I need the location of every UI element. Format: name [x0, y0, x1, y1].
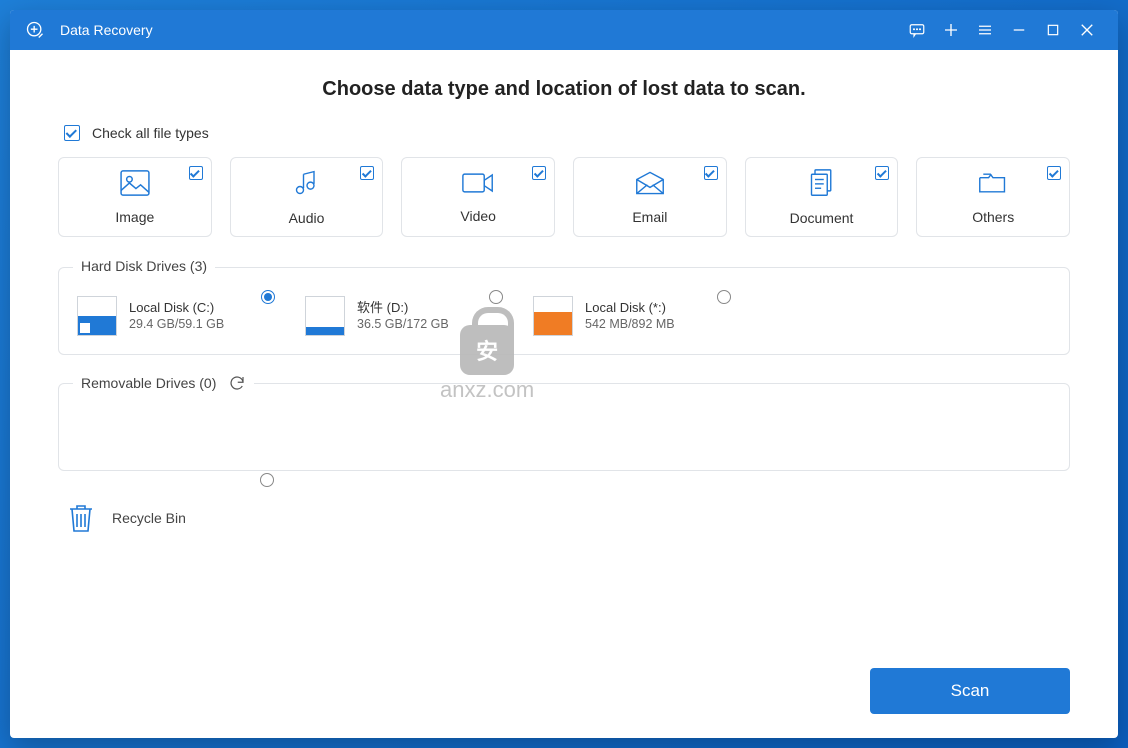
- type-checkbox-video[interactable]: [532, 166, 546, 180]
- drive-info: Local Disk (C:) 29.4 GB/59.1 GB: [129, 299, 224, 333]
- video-icon: [462, 171, 494, 200]
- drive-icon: [305, 296, 345, 336]
- recycle-bin-icon: [64, 499, 98, 537]
- type-checkbox-others[interactable]: [1047, 166, 1061, 180]
- type-card-image[interactable]: Image: [58, 157, 212, 237]
- refresh-icon[interactable]: [228, 374, 246, 392]
- titlebar: Data Recovery: [10, 10, 1118, 50]
- image-icon: [120, 170, 150, 201]
- drive-d[interactable]: 软件 (D:) 36.5 GB/172 GB: [305, 296, 485, 336]
- drive-info: 软件 (D:) 36.5 GB/172 GB: [357, 299, 449, 333]
- add-button[interactable]: [934, 10, 968, 50]
- recycle-bin-radio[interactable]: [260, 473, 274, 487]
- type-label: Email: [632, 209, 667, 225]
- type-label: Video: [460, 208, 496, 224]
- drive-icon: [77, 296, 117, 336]
- type-card-audio[interactable]: Audio: [230, 157, 384, 237]
- windows-badge-icon: [80, 323, 90, 333]
- maximize-button[interactable]: [1036, 10, 1070, 50]
- check-all-checkbox[interactable]: [64, 125, 80, 141]
- drive-name: Local Disk (*:): [585, 299, 675, 317]
- drive-size: 542 MB/892 MB: [585, 316, 675, 333]
- type-card-document[interactable]: Document: [745, 157, 899, 237]
- drive-other[interactable]: Local Disk (*:) 542 MB/892 MB: [533, 296, 713, 336]
- file-type-grid: Image Audio Video: [58, 157, 1070, 237]
- type-label: Image: [115, 209, 154, 225]
- drive-other-radio[interactable]: [717, 290, 731, 304]
- type-checkbox-document[interactable]: [875, 166, 889, 180]
- drive-icon: [533, 296, 573, 336]
- type-label: Document: [790, 210, 854, 226]
- document-icon: [808, 169, 836, 202]
- type-card-video[interactable]: Video: [401, 157, 555, 237]
- drive-name: Local Disk (C:): [129, 299, 224, 317]
- removable-legend-text: Removable Drives (0): [81, 375, 216, 391]
- drive-c[interactable]: Local Disk (C:) 29.4 GB/59.1 GB: [77, 296, 257, 336]
- audio-icon: [293, 169, 321, 202]
- check-all-row: Check all file types: [64, 125, 1070, 141]
- drive-size: 29.4 GB/59.1 GB: [129, 316, 224, 333]
- app-title: Data Recovery: [60, 22, 153, 38]
- scan-button[interactable]: Scan: [870, 668, 1070, 714]
- type-card-others[interactable]: Others: [916, 157, 1070, 237]
- drive-d-radio[interactable]: [489, 290, 503, 304]
- email-icon: [635, 170, 665, 201]
- drive-name: 软件 (D:): [357, 299, 449, 317]
- hdd-drive-list: Local Disk (C:) 29.4 GB/59.1 GB 软件 (D:) …: [77, 290, 1051, 336]
- app-logo-icon: [24, 19, 46, 41]
- hdd-section: Hard Disk Drives (3) Local Disk (C:) 29.…: [58, 267, 1070, 355]
- type-checkbox-image[interactable]: [189, 166, 203, 180]
- type-checkbox-audio[interactable]: [360, 166, 374, 180]
- recycle-bin-label: Recycle Bin: [112, 510, 186, 526]
- drive-c-radio[interactable]: [261, 290, 275, 304]
- drive-size: 36.5 GB/172 GB: [357, 316, 449, 333]
- app-window: Data Recovery Choose data type and locat…: [10, 10, 1118, 738]
- content-area: Choose data type and location of lost da…: [10, 50, 1118, 738]
- removable-section: Removable Drives (0): [58, 383, 1070, 471]
- close-button[interactable]: [1070, 10, 1104, 50]
- folder-icon: [978, 170, 1008, 201]
- type-checkbox-email[interactable]: [704, 166, 718, 180]
- removable-legend: Removable Drives (0): [73, 374, 254, 392]
- check-all-label: Check all file types: [92, 125, 209, 141]
- page-heading: Choose data type and location of lost da…: [58, 78, 1070, 101]
- menu-button[interactable]: [968, 10, 1002, 50]
- type-label: Audio: [289, 210, 325, 226]
- type-label: Others: [972, 209, 1014, 225]
- minimize-button[interactable]: [1002, 10, 1036, 50]
- hdd-legend: Hard Disk Drives (3): [73, 258, 215, 274]
- drive-info: Local Disk (*:) 542 MB/892 MB: [585, 299, 675, 333]
- type-card-email[interactable]: Email: [573, 157, 727, 237]
- feedback-button[interactable]: [900, 10, 934, 50]
- recycle-bin-item[interactable]: Recycle Bin: [64, 499, 234, 537]
